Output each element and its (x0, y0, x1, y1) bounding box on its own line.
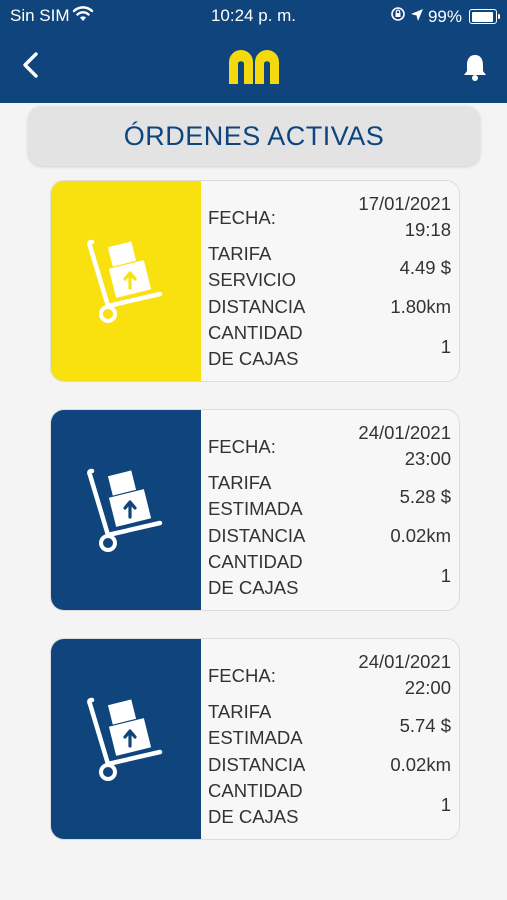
cajas-label-2: DE CAJAS (208, 577, 299, 598)
order-card-3[interactable]: FECHA: 24/01/2021 22:00 TARIFA ESTIMADA … (50, 638, 460, 840)
order-thumbnail (51, 639, 201, 839)
order-thumbnail (51, 181, 201, 381)
hand-truck-box-icon (87, 239, 163, 323)
distancia-label: DISTANCIA (208, 296, 306, 317)
cajas-value: 1 (440, 794, 451, 815)
distancia-label: DISTANCIA (208, 525, 306, 546)
fecha-date: 24/01/2021 (358, 422, 451, 443)
distancia-value: 1.80km (390, 296, 451, 317)
order-info: FECHA: 24/01/2021 23:00 TARIFA ESTIMADA … (201, 410, 459, 610)
cajas-label-2: DE CAJAS (208, 348, 299, 369)
distancia-row: DISTANCIA 1.80km (208, 294, 451, 320)
tarifa-row: TARIFA ESTIMADA 5.28 $ (208, 470, 451, 522)
top-bar: Sin SIM 10:24 p. m. 99% (0, 0, 507, 103)
cajas-label-1: CANTIDAD (208, 780, 303, 801)
order-card-2[interactable]: FECHA: 24/01/2021 23:00 TARIFA ESTIMADA … (50, 409, 460, 611)
order-thumbnail (51, 410, 201, 610)
tarifa-label-2: ESTIMADA (208, 498, 303, 519)
page-title-box: ÓRDENES ACTIVAS (28, 106, 480, 166)
bell-icon[interactable] (461, 52, 489, 82)
tarifa-label-1: TARIFA (208, 472, 272, 493)
status-bar: Sin SIM 10:24 p. m. 99% (0, 0, 507, 32)
tarifa-label-2: SERVICIO (208, 269, 297, 290)
fecha-label: FECHA: (208, 436, 276, 457)
fecha-date: 24/01/2021 (358, 651, 451, 672)
fecha-date: 17/01/2021 (358, 193, 451, 214)
fecha-row: FECHA: 24/01/2021 22:00 (208, 649, 451, 705)
fecha-row: FECHA: 24/01/2021 23:00 (208, 420, 451, 476)
cajas-row: CANTIDAD DE CAJAS 1 (208, 320, 451, 372)
order-card-1[interactable]: FECHA: 17/01/2021 19:18 TARIFA SERVICIO … (50, 180, 460, 382)
cajas-value: 1 (440, 336, 451, 357)
status-right-group: 99% (390, 6, 500, 27)
tarifa-value: 5.74 $ (399, 715, 451, 736)
order-info: FECHA: 24/01/2021 22:00 TARIFA ESTIMADA … (201, 639, 459, 839)
tarifa-value: 5.28 $ (399, 486, 451, 507)
distancia-value: 0.02km (390, 525, 451, 546)
tarifa-row: TARIFA ESTIMADA 5.74 $ (208, 699, 451, 751)
fecha-row: FECHA: 17/01/2021 19:18 (208, 191, 451, 247)
cajas-label-1: CANTIDAD (208, 322, 303, 343)
hand-truck-box-icon (87, 697, 163, 781)
fecha-time: 23:00 (404, 448, 451, 469)
location-arrow-icon (410, 7, 424, 27)
tarifa-label-1: TARIFA (208, 243, 272, 264)
back-chevron-icon[interactable] (18, 50, 46, 80)
cajas-label-1: CANTIDAD (208, 551, 303, 572)
battery-percent: 99% (427, 6, 462, 26)
page-title: ÓRDENES ACTIVAS (123, 120, 385, 151)
cajas-value: 1 (440, 565, 451, 586)
hand-truck-box-icon (87, 468, 163, 552)
fecha-label: FECHA: (208, 207, 276, 228)
tarifa-row: TARIFA SERVICIO 4.49 $ (208, 241, 451, 293)
cajas-row: CANTIDAD DE CAJAS 1 (208, 778, 451, 830)
distancia-label: DISTANCIA (208, 754, 306, 775)
fecha-time: 22:00 (404, 677, 451, 698)
tarifa-value: 4.49 $ (399, 257, 451, 278)
logo-icon (225, 46, 283, 86)
cajas-row: CANTIDAD DE CAJAS 1 (208, 549, 451, 601)
fecha-label: FECHA: (208, 665, 276, 686)
tarifa-label-1: TARIFA (208, 701, 272, 722)
distancia-value: 0.02km (390, 754, 451, 775)
battery-icon (469, 9, 500, 24)
fecha-time: 19:18 (404, 219, 451, 240)
tarifa-label-2: ESTIMADA (208, 727, 303, 748)
cajas-label-2: DE CAJAS (208, 806, 299, 827)
location-lock-icon (390, 6, 406, 27)
order-info: FECHA: 17/01/2021 19:18 TARIFA SERVICIO … (201, 181, 459, 381)
distancia-row: DISTANCIA 0.02km (208, 752, 451, 778)
distancia-row: DISTANCIA 0.02km (208, 523, 451, 549)
